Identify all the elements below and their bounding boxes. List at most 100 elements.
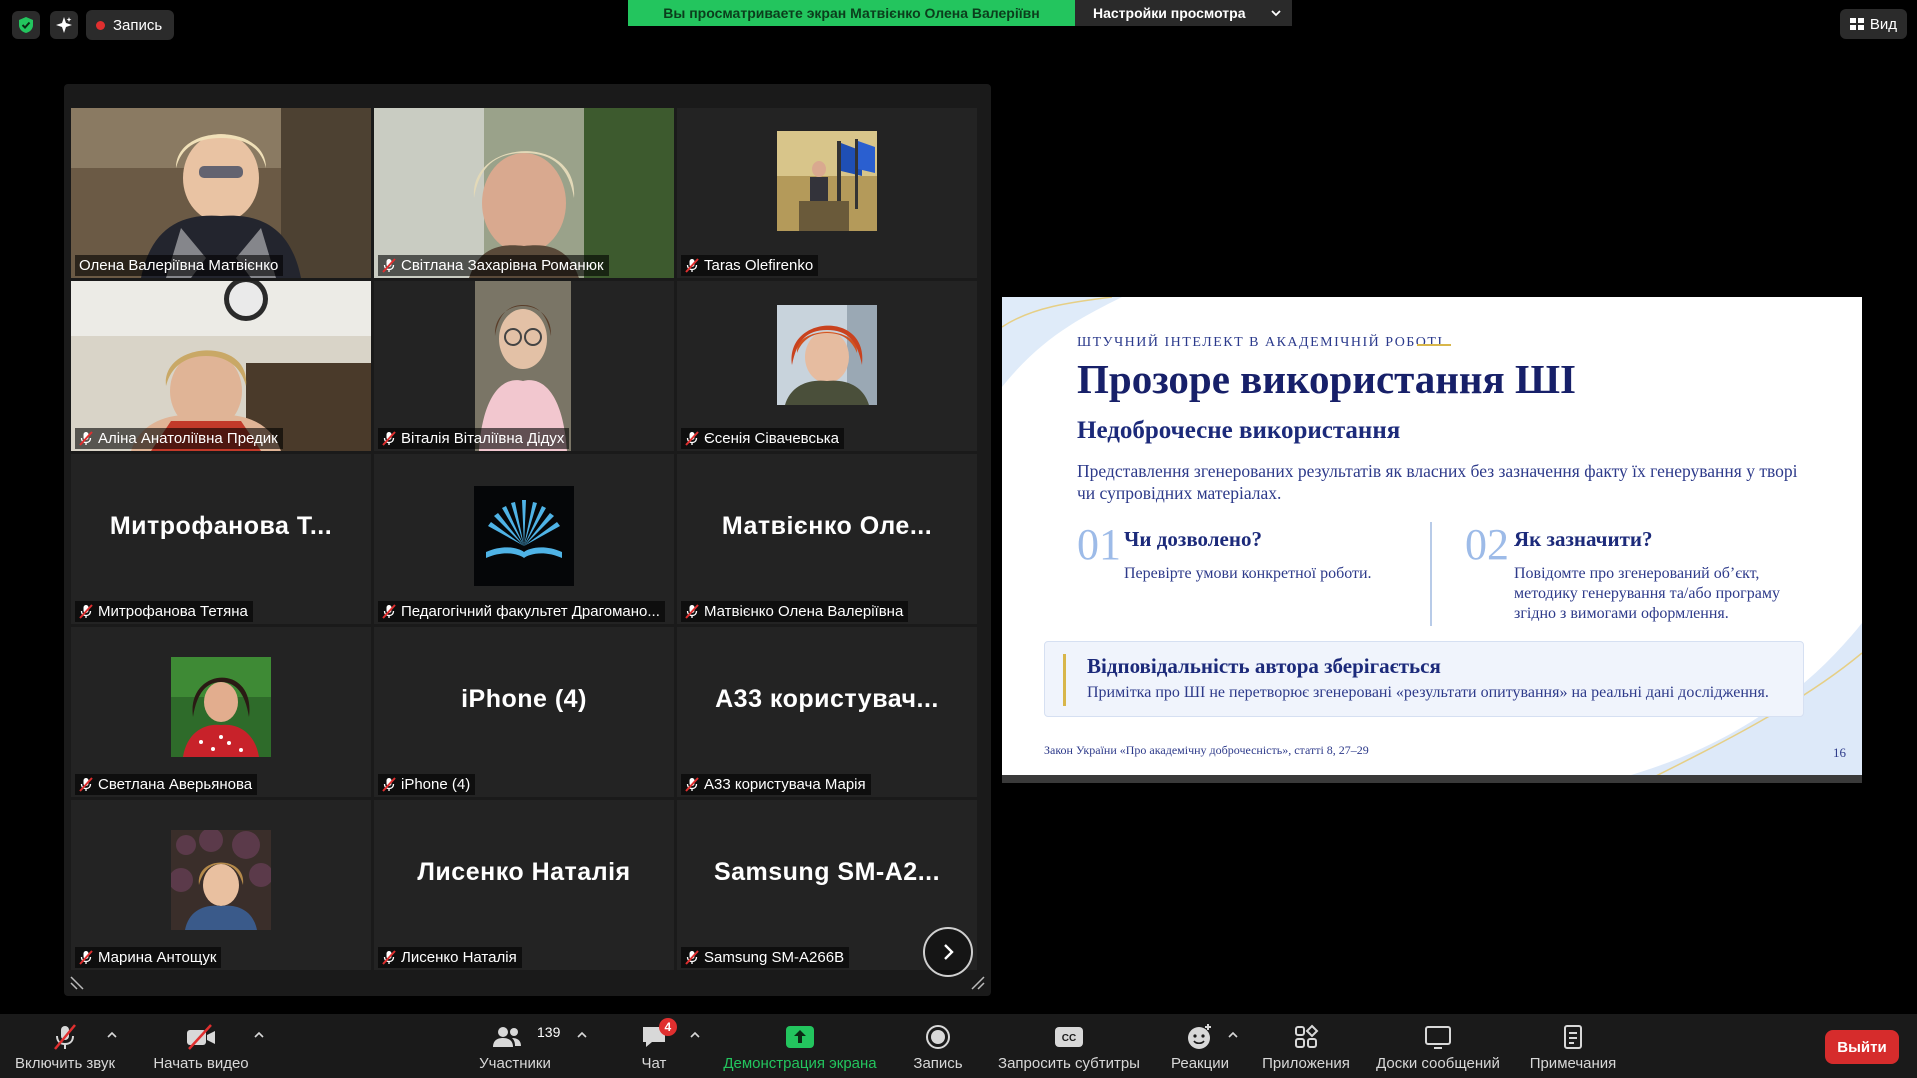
shared-screen-slide: ШТУЧНИЙ ІНТЕЛЕКТ В АКАДЕМІЧНІЙ РОБОТІ Пр… <box>1002 297 1862 783</box>
participant-name: Єсенія Сівачевська <box>704 430 840 447</box>
participant-display-name: Митрофанова Т... <box>109 512 333 540</box>
participant-gallery: Олена Валеріївна Матвієнко Світлана Заха… <box>64 84 991 996</box>
grid-view-icon <box>1849 18 1864 30</box>
callout-text: Примітка про ШІ не перетворює згенерован… <box>1087 684 1769 701</box>
reactions-options-caret-icon[interactable] <box>1228 1030 1238 1040</box>
microphone-muted-icon <box>382 777 396 792</box>
resize-handle-icon[interactable] <box>70 976 84 990</box>
unmute-button[interactable]: Включить звук <box>12 1014 118 1078</box>
slide-kicker: ШТУЧНИЙ ІНТЕЛЕКТ В АКАДЕМІЧНІЙ РОБОТІ <box>1077 335 1444 350</box>
microphone-muted-icon <box>382 604 396 619</box>
view-settings-label: Настройки просмотра <box>1093 5 1246 21</box>
share-screen-button[interactable]: Демонстрация экрана <box>717 1014 883 1078</box>
start-video-label: Начать видео <box>153 1055 249 1072</box>
next-page-button[interactable] <box>923 927 973 977</box>
participant-nametag: Светлана Аверьянова <box>75 774 258 795</box>
leave-button[interactable]: Выйти <box>1825 1030 1899 1064</box>
col2-heading: Як зазначити? <box>1514 527 1653 551</box>
participant-tile[interactable]: Лисенко Наталія Лисенко Наталія <box>374 800 674 970</box>
participant-tile[interactable]: Світлана Захарівна Романюк <box>374 108 674 278</box>
chat-button[interactable]: 4 Чат <box>614 1014 694 1078</box>
chat-label: Чат <box>641 1055 667 1072</box>
participant-display-name: Samsung SM-A2... <box>713 858 941 886</box>
microphone-muted-icon <box>685 777 699 792</box>
participant-nametag: Світлана Захарівна Романюк <box>378 255 609 276</box>
chevron-right-icon <box>944 944 954 960</box>
participant-nametag: iPhone (4) <box>378 774 476 795</box>
participant-tile[interactable]: Аліна Анатоліївна Предик <box>71 281 371 451</box>
participant-name: Митрофанова Тетяна <box>98 603 248 620</box>
ai-companion-sparkle-icon[interactable] <box>50 11 78 39</box>
participant-nametag: Віталія Віталіївна Дідух <box>378 428 570 449</box>
participant-tile[interactable]: Педагогічний факультет Драгомано... <box>374 454 674 624</box>
smiley-plus-icon <box>1184 1022 1216 1052</box>
col2-number: 02 <box>1465 520 1509 569</box>
participant-tile[interactable]: Марина Антощук <box>71 800 371 970</box>
apps-button[interactable]: Приложения <box>1258 1014 1354 1078</box>
participant-name: Светлана Аверьянова <box>98 776 253 793</box>
callout-heading: Відповідальність автора зберігається <box>1087 654 1441 678</box>
chat-unread-badge: 4 <box>658 1018 677 1036</box>
participant-avatar <box>777 131 877 231</box>
recording-label: Запись <box>113 16 163 34</box>
participant-avatar <box>474 486 574 586</box>
start-video-button[interactable]: Начать видео <box>148 1014 254 1078</box>
participant-tile[interactable]: Олена Валеріївна Матвієнко <box>71 108 371 278</box>
whiteboard-icon <box>1422 1022 1454 1052</box>
participant-name: Віталія Віталіївна Дідух <box>401 430 565 447</box>
camera-off-icon <box>185 1022 217 1052</box>
record-label: Запись <box>913 1055 963 1072</box>
microphone-muted-icon <box>79 950 93 965</box>
participant-tile[interactable]: Матвієнко Оле... Матвієнко Олена Валерії… <box>677 454 977 624</box>
participant-tile[interactable]: Єсенія Сівачевська <box>677 281 977 451</box>
notes-icon <box>1557 1022 1589 1052</box>
reactions-button[interactable]: Реакции <box>1160 1014 1240 1078</box>
audio-options-caret-icon[interactable] <box>107 1030 117 1040</box>
resize-handle-icon[interactable] <box>971 976 985 990</box>
reactions-label: Реакции <box>1171 1055 1229 1072</box>
view-button[interactable]: Вид <box>1839 9 1907 39</box>
recording-indicator[interactable]: Запись <box>86 10 175 40</box>
notes-button[interactable]: Примечания <box>1520 1014 1626 1078</box>
view-settings-dropdown[interactable]: Настройки просмотра <box>1075 0 1292 26</box>
meeting-toolbar: Включить звук Начать видео 139 Участники… <box>0 1014 1917 1078</box>
participant-avatar <box>171 830 271 930</box>
participant-tile[interactable]: Светлана Аверьянова <box>71 627 371 797</box>
top-bar: Запись Вы просматриваете экран Матвієнко… <box>0 0 1917 50</box>
participant-tile[interactable]: Віталія Віталіївна Дідух <box>374 281 674 451</box>
whiteboards-button[interactable]: Доски сообщений <box>1370 1014 1506 1078</box>
participant-nametag: Лисенко Наталія <box>378 947 522 968</box>
participant-tile[interactable]: A33 користувач... A33 користувача Марія <box>677 627 977 797</box>
microphone-muted-icon <box>382 258 396 273</box>
record-button[interactable]: Запись <box>898 1014 978 1078</box>
participant-nametag: Митрофанова Тетяна <box>75 601 253 622</box>
participants-button[interactable]: 139 Участники <box>462 1014 568 1078</box>
participant-tile[interactable]: Митрофанова Т... Митрофанова Тетяна <box>71 454 371 624</box>
participants-options-caret-icon[interactable] <box>577 1030 587 1040</box>
microphone-muted-icon <box>685 431 699 446</box>
participant-tile[interactable]: iPhone (4) iPhone (4) <box>374 627 674 797</box>
participant-name: Олена Валеріївна Матвієнко <box>79 257 279 274</box>
request-captions-button[interactable]: CC Запросить субтитры <box>995 1014 1143 1078</box>
participant-display-name: Лисенко Наталія <box>417 858 631 886</box>
slide-subtitle: Недоброчесне використання <box>1077 417 1401 444</box>
apps-icon <box>1290 1022 1322 1052</box>
share-screen-icon <box>784 1022 816 1052</box>
participant-tile[interactable]: Taras Olefirenko <box>677 108 977 278</box>
security-shield-icon[interactable] <box>12 11 40 39</box>
video-options-caret-icon[interactable] <box>254 1030 264 1040</box>
chat-options-caret-icon[interactable] <box>690 1030 700 1040</box>
recording-dot-icon <box>96 20 105 30</box>
participant-display-name: iPhone (4) <box>461 685 587 713</box>
slide-title: Прозоре використання ШІ <box>1077 356 1576 402</box>
participant-nametag: Матвієнко Олена Валеріївна <box>681 601 909 622</box>
microphone-muted-icon <box>79 604 93 619</box>
view-label: Вид <box>1869 15 1897 33</box>
participant-nametag: Samsung SM-A266B <box>681 947 850 968</box>
participant-nametag: Taras Olefirenko <box>681 255 819 276</box>
participant-nametag: Олена Валеріївна Матвієнко <box>75 255 284 276</box>
callout-accent-bar <box>1063 654 1066 706</box>
participant-video <box>475 281 571 451</box>
participant-nametag: Єсенія Сівачевська <box>681 428 845 449</box>
column-divider <box>1430 522 1432 626</box>
